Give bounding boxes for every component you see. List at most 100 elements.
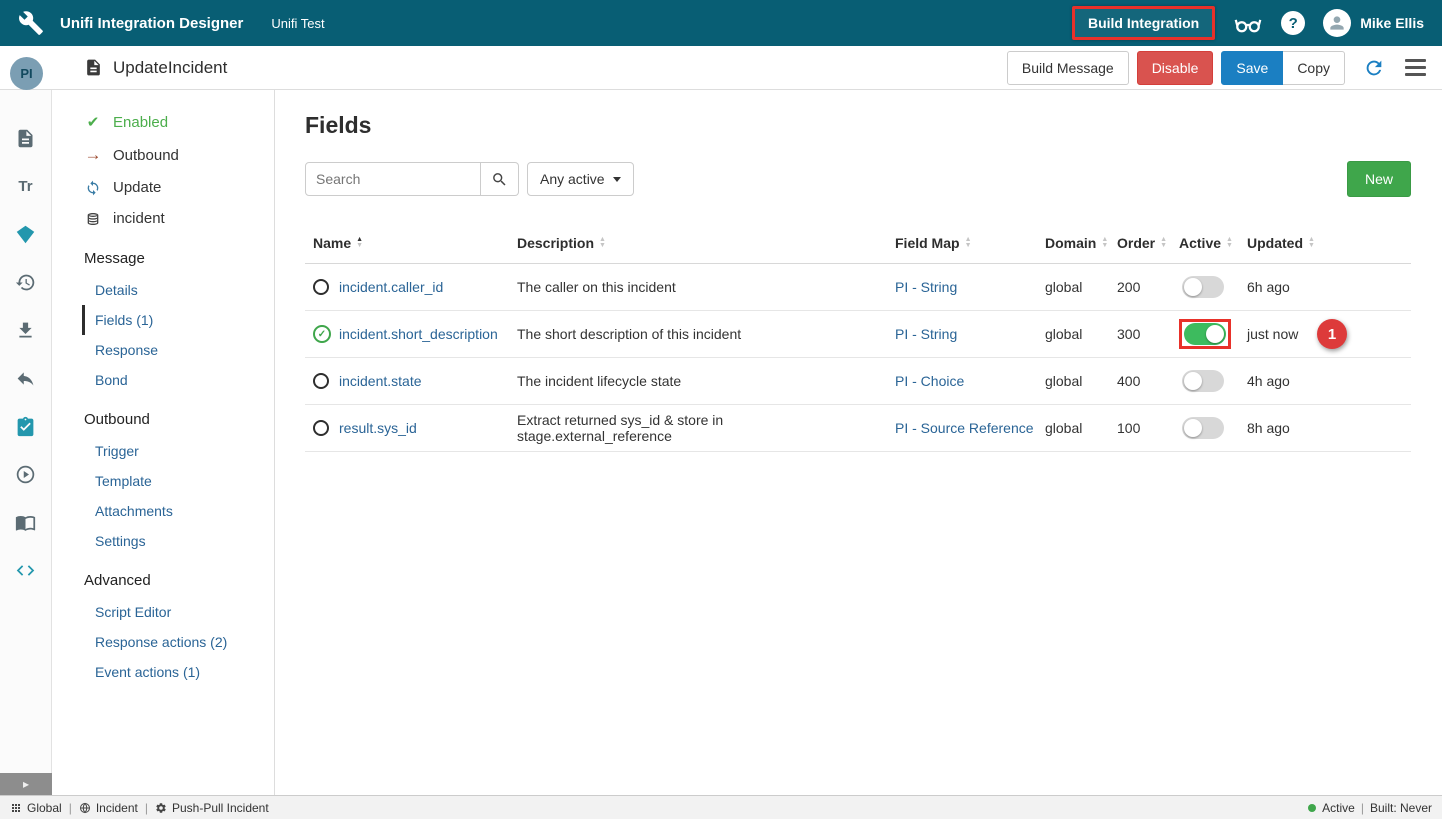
build-message-button[interactable]: Build Message — [1007, 51, 1129, 85]
sidebar-item-trigger[interactable]: Trigger — [82, 436, 274, 466]
check-icon — [84, 113, 102, 131]
toolbar: Any active New — [305, 161, 1411, 197]
field-domain: global — [1039, 326, 1111, 342]
active-toggle[interactable] — [1182, 370, 1224, 392]
help-icon[interactable] — [1281, 11, 1305, 35]
field-order: 300 — [1111, 326, 1173, 342]
section-title-message: Message — [52, 234, 274, 275]
section-title-outbound: Outbound — [52, 395, 274, 436]
arrow-right-icon — [84, 145, 102, 165]
scope-selector[interactable]: Global — [10, 801, 62, 815]
table-row: incident.caller_id The caller on this in… — [305, 264, 1411, 311]
reply-icon[interactable] — [0, 354, 52, 402]
field-map-link[interactable]: PI - String — [895, 326, 957, 342]
chevron-down-icon — [613, 177, 621, 182]
user-name: Mike Ellis — [1360, 15, 1424, 31]
tasks-icon[interactable] — [0, 402, 52, 450]
sort-icon — [1101, 237, 1108, 249]
active-toggle[interactable] — [1184, 323, 1226, 345]
active-toggle[interactable] — [1182, 276, 1224, 298]
field-name-link[interactable]: incident.caller_id — [339, 279, 443, 295]
icon-rail — [0, 90, 52, 795]
column-header-name[interactable]: Name — [305, 235, 511, 251]
active-filter-dropdown[interactable]: Any active — [527, 162, 634, 196]
user-menu[interactable]: Mike Ellis — [1323, 9, 1424, 37]
annotation-highlight-box — [1179, 319, 1231, 349]
sidebar-item-details[interactable]: Details — [82, 275, 274, 305]
status-direction: Outbound — [52, 138, 274, 172]
disable-button[interactable]: Disable — [1137, 51, 1214, 85]
field-order: 100 — [1111, 420, 1173, 436]
download-icon[interactable] — [0, 306, 52, 354]
sidebar-item-script-editor[interactable]: Script Editor — [82, 597, 274, 627]
integration-selector[interactable]: Push-Pull Incident — [155, 801, 269, 815]
copy-button[interactable]: Copy — [1283, 51, 1345, 85]
column-header-active[interactable]: Active — [1173, 235, 1241, 251]
build-integration-button[interactable]: Build Integration — [1072, 6, 1215, 40]
field-map-link[interactable]: PI - String — [895, 279, 957, 295]
column-header-field-map[interactable]: Field Map — [889, 235, 1039, 251]
sidebar-item-settings[interactable]: Settings — [82, 526, 274, 556]
integration-avatar: PI — [10, 57, 43, 90]
field-name-link[interactable]: incident.state — [339, 373, 422, 389]
wrench-icon — [18, 10, 44, 36]
refresh-icon[interactable] — [1363, 57, 1385, 79]
sidebar-item-event-actions[interactable]: Event actions (1) — [82, 657, 274, 687]
sidebar-item-response[interactable]: Response — [82, 335, 274, 365]
status-action: Update — [52, 172, 274, 203]
environment-label: Unifi Test — [271, 16, 324, 31]
field-map-link[interactable]: PI - Source Reference — [895, 420, 1034, 436]
database-icon — [84, 211, 102, 227]
text-format-icon[interactable] — [0, 162, 52, 210]
sort-icon — [1226, 237, 1233, 249]
book-icon[interactable] — [0, 498, 52, 546]
sidebar-collapse-button[interactable] — [0, 773, 52, 795]
row-status-icon — [313, 420, 329, 436]
table-selector[interactable]: Incident — [79, 801, 138, 815]
status-table: incident — [52, 203, 274, 234]
top-navbar: Unifi Integration Designer Unifi Test Bu… — [0, 0, 1442, 46]
field-name-link[interactable]: result.sys_id — [339, 420, 417, 436]
sidebar-item-template[interactable]: Template — [82, 466, 274, 496]
built-status-label: Built: Never — [1370, 801, 1432, 815]
history-icon[interactable] — [0, 258, 52, 306]
save-button[interactable]: Save — [1221, 51, 1283, 85]
user-avatar-icon — [1323, 9, 1351, 37]
glasses-icon[interactable] — [1233, 8, 1263, 38]
sort-asc-icon — [356, 237, 363, 249]
diamond-icon[interactable] — [0, 210, 52, 258]
code-icon[interactable] — [0, 546, 52, 594]
fields-table: Name Description Field Map Domain Order … — [305, 223, 1411, 452]
grid-icon — [10, 802, 22, 814]
table-header-row: Name Description Field Map Domain Order … — [305, 223, 1411, 264]
hamburger-menu-icon[interactable] — [1403, 55, 1428, 80]
field-description: The incident lifecycle state — [511, 373, 889, 389]
active-status-icon — [1308, 804, 1316, 812]
sidebar-item-attachments[interactable]: Attachments — [82, 496, 274, 526]
column-header-order[interactable]: Order — [1111, 235, 1173, 251]
annotation-step-badge: 1 — [1317, 319, 1347, 349]
table-row: incident.short_description The short des… — [305, 311, 1411, 358]
field-map-link[interactable]: PI - Choice — [895, 373, 964, 389]
sidebar-item-response-actions[interactable]: Response actions (2) — [82, 627, 274, 657]
sidebar-item-fields[interactable]: Fields (1) — [82, 305, 274, 335]
table-row: result.sys_id Extract returned sys_id & … — [305, 405, 1411, 452]
field-name-link[interactable]: incident.short_description — [339, 326, 498, 342]
play-circle-icon[interactable] — [0, 450, 52, 498]
active-toggle[interactable] — [1182, 417, 1224, 439]
search-input[interactable] — [305, 162, 481, 196]
new-button[interactable]: New — [1347, 161, 1411, 197]
status-bar: Global | Incident | Push-Pull Incident A… — [0, 795, 1442, 819]
column-header-description[interactable]: Description — [511, 235, 889, 251]
column-header-updated[interactable]: Updated — [1241, 235, 1411, 251]
search-icon[interactable] — [481, 162, 519, 196]
sidebar-item-bond[interactable]: Bond — [82, 365, 274, 395]
document-icon[interactable] — [0, 114, 52, 162]
field-updated: just now — [1247, 326, 1298, 342]
column-header-domain[interactable]: Domain — [1039, 235, 1111, 251]
document-icon — [84, 58, 103, 77]
section-title-advanced: Advanced — [52, 556, 274, 597]
field-order: 200 — [1111, 279, 1173, 295]
sort-icon — [1308, 237, 1315, 249]
field-updated: 6h ago — [1241, 279, 1411, 295]
